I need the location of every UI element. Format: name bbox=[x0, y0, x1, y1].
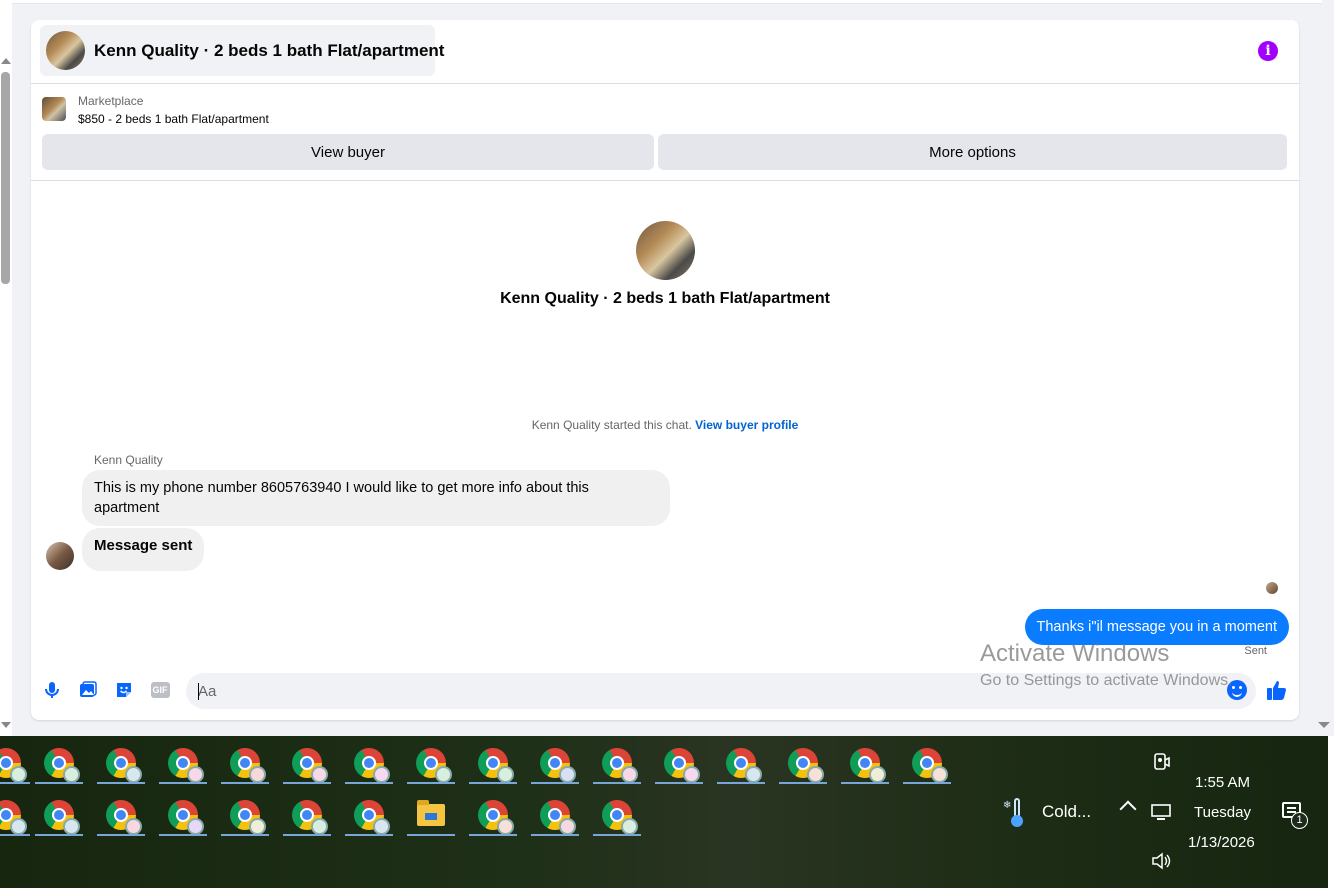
taskbar-chrome-icon[interactable] bbox=[467, 794, 519, 836]
taskbar-chrome-icon[interactable] bbox=[467, 742, 519, 784]
conversation-title-button[interactable]: Kenn Quality · 2 beds 1 bath Flat/apartm… bbox=[40, 25, 444, 76]
text-caret bbox=[198, 683, 199, 700]
taskbar-chrome-icon[interactable] bbox=[343, 742, 395, 784]
listing-thumbnail[interactable] bbox=[42, 97, 66, 121]
chat-started-notice: Kenn Quality started this chat. View buy… bbox=[31, 418, 1299, 432]
taskbar-chrome-icon[interactable] bbox=[157, 794, 209, 836]
taskbar-chrome-icon[interactable] bbox=[33, 794, 85, 836]
clock-date[interactable]: 1/13/2026 bbox=[1188, 834, 1255, 851]
taskbar-chrome-icon[interactable] bbox=[343, 794, 395, 836]
listing-avatar bbox=[46, 31, 85, 70]
sender-name: Kenn Quality bbox=[94, 453, 163, 467]
gif-icon[interactable]: GIF bbox=[149, 680, 171, 700]
clock-time[interactable]: 1:55 AM bbox=[1195, 774, 1250, 791]
taskbar-chrome-icon[interactable] bbox=[33, 742, 85, 784]
sticker-icon[interactable] bbox=[114, 680, 134, 700]
scroll-down-arrow-icon[interactable] bbox=[1, 722, 11, 728]
taskbar-chrome-icon[interactable] bbox=[715, 742, 767, 784]
outgoing-message[interactable]: Thanks i"il message you in a moment bbox=[1024, 609, 1289, 645]
taskbar-chrome-icon[interactable] bbox=[0, 742, 32, 784]
view-buyer-button[interactable]: View buyer bbox=[42, 134, 654, 170]
top-strip bbox=[12, 0, 1322, 4]
sender-avatar[interactable] bbox=[46, 542, 74, 570]
right-scroll-down-arrow-icon[interactable] bbox=[1318, 722, 1330, 728]
incoming-message[interactable]: This is my phone number 8605763940 I wou… bbox=[82, 470, 670, 526]
taskbar-chrome-icon[interactable] bbox=[0, 794, 32, 836]
notifications-icon[interactable]: 1 bbox=[1280, 800, 1308, 830]
taskbar-chrome-icon[interactable] bbox=[901, 742, 953, 784]
chat-panel: Kenn Quality · 2 beds 1 bath Flat/apartm… bbox=[31, 20, 1299, 720]
taskbar-chrome-icon[interactable] bbox=[95, 794, 147, 836]
taskbar-chrome-icon[interactable] bbox=[591, 794, 643, 836]
microphone-icon[interactable] bbox=[42, 680, 62, 700]
thumbs-up-icon[interactable] bbox=[1266, 679, 1288, 701]
file-explorer-icon[interactable] bbox=[405, 794, 457, 836]
taskbar-chrome-icon[interactable] bbox=[281, 742, 333, 784]
message-status: Sent bbox=[1244, 645, 1267, 657]
view-buyer-profile-link[interactable]: View buyer profile bbox=[695, 418, 798, 432]
network-icon[interactable] bbox=[1150, 801, 1172, 823]
photo-icon[interactable] bbox=[78, 680, 98, 700]
scrollbar-thumb[interactable] bbox=[1, 72, 10, 284]
taskbar-chrome-icon[interactable] bbox=[529, 794, 581, 836]
taskbar-chrome-icon[interactable] bbox=[157, 742, 209, 784]
incoming-message[interactable]: Message sent bbox=[82, 528, 205, 571]
chat-started-text: Kenn Quality started this chat. bbox=[531, 418, 692, 432]
taskbar-chrome-icon[interactable] bbox=[281, 794, 333, 836]
message-input[interactable] bbox=[186, 673, 1256, 709]
conversation-title: Kenn Quality · 2 beds 1 bath Flat/apartm… bbox=[94, 40, 445, 60]
taskbar-chrome-icon[interactable] bbox=[591, 742, 643, 784]
listing-banner: Marketplace $850 - 2 beds 1 bath Flat/ap… bbox=[31, 84, 1299, 181]
emoji-icon[interactable] bbox=[1227, 680, 1247, 700]
intro-title: Kenn Quality · 2 beds 1 bath Flat/apartm… bbox=[500, 290, 830, 307]
taskbar-chrome-icon[interactable] bbox=[219, 742, 271, 784]
taskbar-chrome-icon[interactable] bbox=[777, 742, 829, 784]
clock-day[interactable]: Tuesday bbox=[1194, 804, 1251, 821]
screen-edge bbox=[1328, 736, 1334, 888]
message-composer: GIF bbox=[31, 668, 1299, 714]
taskbar-chrome-icon[interactable] bbox=[653, 742, 705, 784]
intro-avatar[interactable] bbox=[636, 221, 695, 280]
notification-count: 1 bbox=[1291, 812, 1308, 829]
listing-source: Marketplace bbox=[78, 94, 144, 108]
taskbar-chrome-icon[interactable] bbox=[219, 794, 271, 836]
listing-summary[interactable]: $850 - 2 beds 1 bath Flat/apartment bbox=[78, 112, 269, 126]
taskbar bbox=[0, 736, 1334, 888]
taskbar-chrome-icon[interactable] bbox=[95, 742, 147, 784]
weather-text[interactable]: Cold... bbox=[1042, 802, 1091, 822]
volume-icon[interactable] bbox=[1150, 850, 1172, 872]
weather-thermometer-icon[interactable]: ❄ bbox=[1003, 798, 1029, 827]
more-options-button[interactable]: More options bbox=[658, 134, 1287, 170]
taskbar-chrome-icon[interactable] bbox=[529, 742, 581, 784]
meet-now-icon[interactable] bbox=[1150, 751, 1172, 773]
chat-header: Kenn Quality · 2 beds 1 bath Flat/apartm… bbox=[31, 20, 1299, 84]
taskbar-chrome-icon[interactable] bbox=[839, 742, 891, 784]
gif-label: GIF bbox=[150, 682, 170, 698]
info-icon[interactable]: i bbox=[1258, 41, 1278, 61]
scroll-up-arrow-icon[interactable] bbox=[1, 58, 11, 64]
page-scrollbar[interactable] bbox=[0, 0, 12, 736]
taskbar-chrome-icon[interactable] bbox=[405, 742, 457, 784]
seen-indicator-avatar bbox=[1266, 582, 1278, 594]
